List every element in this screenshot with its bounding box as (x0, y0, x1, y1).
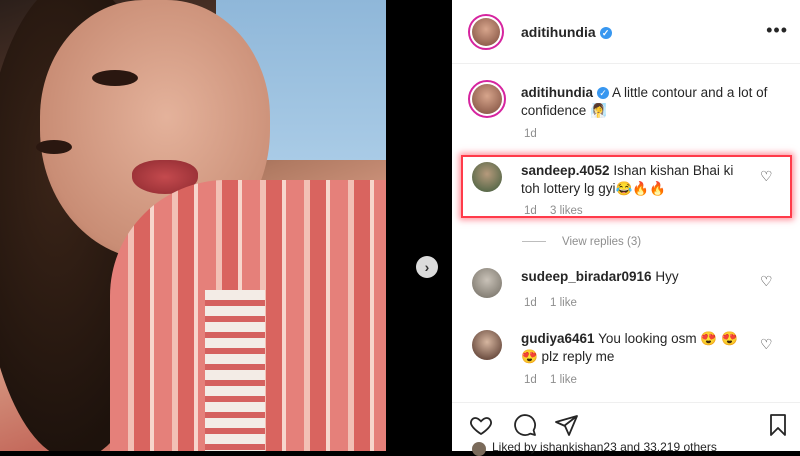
photo-kurta-embroidery (205, 290, 265, 451)
comment-highlight-box (461, 155, 792, 218)
verified-badge-icon: ✓ (597, 87, 609, 100)
photo-gutter (386, 0, 452, 451)
caption-username[interactable]: aditihundia (521, 85, 593, 100)
avatar[interactable] (472, 18, 500, 46)
comment: gudiya6461 You looking osm 😍 😍😍 plz repl… (521, 330, 751, 366)
comment-time: 1d (524, 374, 537, 386)
heart-icon[interactable] (468, 413, 494, 437)
comment-username[interactable]: sudeep_biradar0916 (521, 269, 652, 284)
verified-badge-icon: ✓ (599, 27, 612, 40)
bookmark-icon[interactable] (766, 413, 790, 437)
avatar[interactable] (472, 330, 502, 360)
share-icon[interactable] (554, 413, 580, 437)
view-replies-label[interactable]: View replies (3) (562, 236, 641, 248)
next-photo-button[interactable]: › (416, 256, 438, 278)
more-options-icon[interactable]: ••• (766, 20, 788, 41)
comment-likes-count[interactable]: 1 like (550, 297, 577, 309)
comment-time: 1d (524, 297, 537, 309)
likes-summary[interactable]: Liked by ishankishan23 and 33,219 others (492, 440, 717, 454)
comment-text: Hyy (655, 269, 679, 284)
comment-icon[interactable] (512, 413, 538, 437)
comment: sudeep_biradar0916 Hyy (521, 268, 751, 286)
comment-likes-count[interactable]: 1 like (550, 374, 577, 386)
comment-meta: 1d 1 like (524, 374, 577, 386)
replies-divider (522, 241, 546, 243)
caption-time: 1d (524, 128, 537, 140)
caption: aditihundia ✓ A little contour and a lot … (521, 84, 771, 120)
caption-emoji: 🧖‍♀️ (590, 103, 607, 118)
view-replies-button[interactable]: View replies (3) (522, 236, 641, 248)
post-side-panel: aditihundia ✓ ••• aditihundia ✓ A little c… (452, 0, 800, 456)
header-username[interactable]: aditihundia ✓ (521, 24, 612, 40)
username-link[interactable]: aditihundia (521, 24, 596, 40)
chevron-right-icon: › (424, 259, 430, 275)
comment-meta: 1d 1 like (524, 297, 577, 309)
post-photo[interactable] (0, 0, 386, 451)
post-header: aditihundia ✓ ••• (452, 0, 800, 64)
avatar[interactable] (472, 268, 502, 298)
comment-username[interactable]: gudiya6461 (521, 331, 595, 346)
comment-like-heart-icon[interactable]: ♡ (760, 336, 773, 353)
avatar[interactable] (472, 84, 502, 114)
comment-like-heart-icon[interactable]: ♡ (760, 273, 773, 290)
photo-eye (92, 70, 138, 86)
avatar[interactable] (472, 442, 486, 456)
photo-eye (36, 140, 72, 154)
